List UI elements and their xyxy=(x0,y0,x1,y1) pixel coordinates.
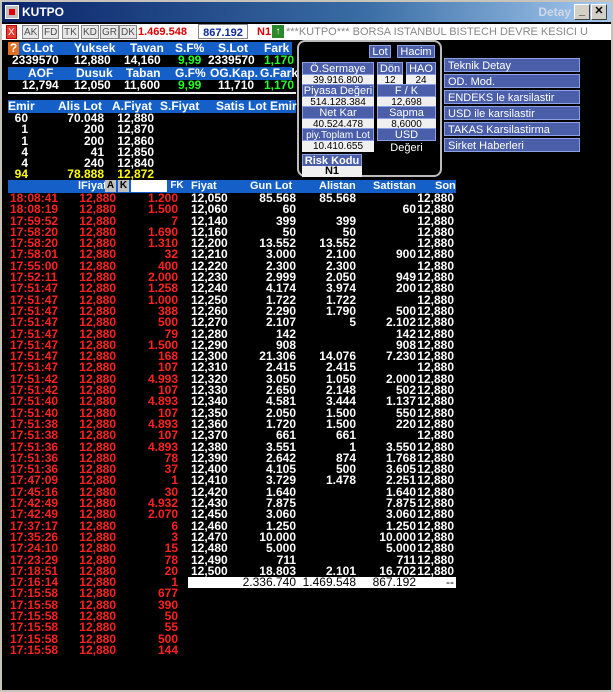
book-satistan: 60 xyxy=(402,202,416,217)
book-row[interactable]: 12,360 1.720 1.500 220 12,880 xyxy=(188,416,456,431)
tab-gr[interactable]: GR xyxy=(100,25,119,39)
title-bar[interactable]: KUTPO Detay _ ✕ xyxy=(2,2,611,22)
fk-label[interactable]: F / K xyxy=(377,84,436,97)
tab-kd[interactable]: KD xyxy=(81,25,99,39)
stock-detail-window: KUTPO Detay _ ✕ X AK FD TK KD GR DK 1.46… xyxy=(0,0,613,692)
book-row[interactable]: 12,060 60 60 12,880 xyxy=(188,202,456,217)
title-watermark: Detay xyxy=(538,5,571,19)
ptoplam-value: 10.410.655 xyxy=(302,141,374,152)
fk-button[interactable]: FK xyxy=(168,180,186,192)
gf-value: 9,99 xyxy=(178,78,202,92)
sfiyat-col: S.Fiyat xyxy=(160,99,200,113)
lfiyat-col[interactable]: lFiyat xyxy=(78,180,107,193)
risk-value: N1 xyxy=(302,166,362,177)
menu-teknik-detay[interactable]: Teknik Detay xyxy=(444,58,580,72)
tab-tk[interactable]: TK xyxy=(62,25,79,39)
trade-lot: 144 xyxy=(157,642,178,657)
total-son: -- xyxy=(446,575,454,589)
menu-sirket-haberleri[interactable]: Sirket Haberleri xyxy=(444,138,580,152)
ogkap-value: 11,710 xyxy=(218,78,255,92)
book-row[interactable]: 12,300 21.306 14.076 7.230 12,880 xyxy=(188,349,456,364)
arrow-up-icon[interactable]: ↑ xyxy=(272,25,284,38)
book-satistan: 200 xyxy=(395,281,416,296)
risk-readout: N1 xyxy=(257,26,272,38)
hacim-button[interactable]: Hacim xyxy=(397,45,435,58)
tab-dk[interactable]: DK xyxy=(119,25,137,39)
dusuk-value: 12,050 xyxy=(74,78,111,92)
sapma-label[interactable]: Sapma xyxy=(377,106,436,119)
menu-takas[interactable]: TAKAS Karsilastirma xyxy=(444,122,580,136)
book-alistan: 85.568 xyxy=(319,191,356,205)
menu-usd[interactable]: USD ile karsilastir xyxy=(444,106,580,120)
book-row[interactable]: 12,140 399 399 12,880 xyxy=(188,214,456,227)
price-readout: 1.469.548 xyxy=(138,26,187,38)
lot-button[interactable]: Lot xyxy=(369,45,391,58)
news-ticker: ***KUTPO*** BORSA ISTANBUL BISTECH DEVRE… xyxy=(286,24,611,40)
usd-button[interactable]: USD Değeri xyxy=(377,128,436,154)
book-alistan: 5 xyxy=(349,315,356,330)
menu-endeks[interactable]: ENDEKS le karsilastir xyxy=(444,90,580,104)
window-title: KUTPO xyxy=(22,5,64,19)
taban-value: 11,600 xyxy=(124,78,161,92)
book-satistan: 7.230 xyxy=(385,349,416,364)
book-alistan: 1.790 xyxy=(325,303,356,318)
book-row[interactable]: 12,240 4.174 3.974 200 12,880 xyxy=(188,281,456,296)
summary-values-2: 12,794 12,050 11,600 9,99 11,710 1,170 xyxy=(8,78,295,92)
trade-row[interactable]: 17:15:58 12,880 144 xyxy=(8,642,188,657)
total-alistan: 1.469.548 xyxy=(302,575,356,589)
sort-k-button[interactable]: K xyxy=(118,180,129,192)
satistan-col[interactable]: Satistan xyxy=(373,180,416,193)
book-rows: 12,050 85.568 85.568 12,880 12,060 60 60 12,880… xyxy=(188,191,456,588)
minimize-button[interactable]: _ xyxy=(574,4,590,20)
close-button[interactable]: ✕ xyxy=(591,4,607,20)
close-icon[interactable]: X xyxy=(6,25,17,39)
book-satistan: 220 xyxy=(395,416,416,431)
menu-od-mod[interactable]: OD. Mod. xyxy=(444,74,580,88)
netkar-label[interactable]: Net Kar xyxy=(302,106,374,119)
book-alistan: 661 xyxy=(335,428,356,443)
trades-list[interactable]: 18:08:41 12,880 1.200 18:08:19 12,880 1.500 17… xyxy=(8,193,188,689)
book-totals: 2.336.740 1.469.548 867.192 -- xyxy=(188,575,456,589)
don-label[interactable]: Dön xyxy=(377,62,403,75)
total-gunlot: 2.336.740 xyxy=(242,575,296,589)
ptoplam-label[interactable]: piy.Toplam Lot xyxy=(302,128,374,141)
book-alistan: 1.478 xyxy=(325,473,356,488)
hao-label[interactable]: HAO xyxy=(406,62,436,75)
filter-input[interactable] xyxy=(131,180,167,192)
sort-a-button[interactable]: A xyxy=(105,180,116,192)
volume-readout: 867.192 xyxy=(198,24,248,39)
satis-lot-col: Satis Lot xyxy=(216,99,267,113)
divider xyxy=(8,92,296,94)
trade-time: 17:15:58 xyxy=(10,642,59,657)
emir-rows: 60 70.048 12,880 1 200 12,870 1 200 12,860 4 41 12,… xyxy=(8,112,296,181)
book-satistan: 900 xyxy=(395,247,416,262)
osermaye-label[interactable]: Ö.Sermaye xyxy=(302,62,374,75)
total-satistan: 867.192 xyxy=(372,575,416,589)
piyasa-label[interactable]: Piyasa Değeri xyxy=(302,84,374,97)
tab-fd[interactable]: FD xyxy=(42,25,60,39)
info-panel: Lot Hacim Ö.Sermaye 39.916.800 Dön 12 HA… xyxy=(297,40,442,177)
emir-col-label-2: Emir xyxy=(270,99,297,113)
app-icon xyxy=(5,5,19,19)
tab-ak[interactable]: AK xyxy=(22,25,40,39)
aof-value: 12,794 xyxy=(22,78,59,92)
book-row[interactable]: 12,210 3.000 2.100 900 12,880 xyxy=(188,247,456,262)
trade-price: 12,880 xyxy=(79,642,116,657)
gfark-value: 1,170 xyxy=(264,78,295,92)
